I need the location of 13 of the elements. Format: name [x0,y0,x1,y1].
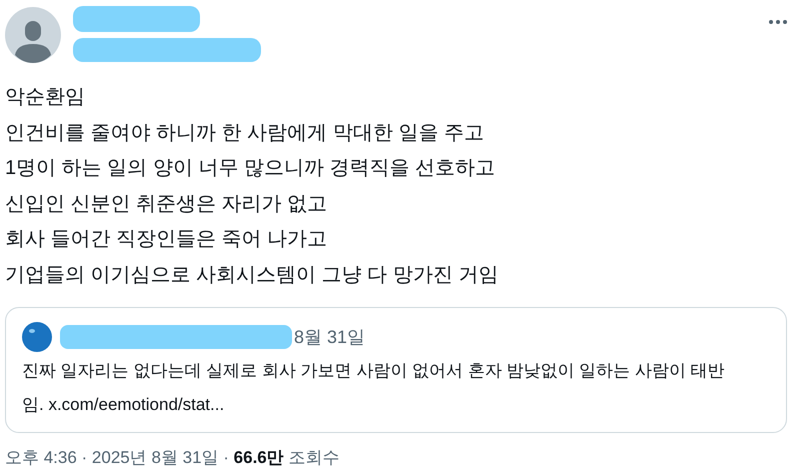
quoted-tweet-card[interactable]: 8월 31일 진짜 일자리는 없다는데 실제로 회사 가보면 사람이 없어서 혼자 밤낮없이 일하는 사람이 태반임. x.com/eemotiond/stat... [5,307,787,433]
tweet-text-line: 신입인 신분인 취준생은 자리가 없고 [5,192,328,216]
quote-date: 8월 31일 [294,326,366,349]
quote-text: 진짜 일자리는 없다는데 실제로 회사 가보면 사람이 없어서 혼자 밤낮없이 일하는 사람이 태반임. x.com/eemotiond/stat... [22,360,726,416]
tweet-text-line: 회사 들어간 직장인들은 죽어 나가고 [5,227,328,252]
tweet-meta: 오후 4:36 · 2025년 8월 31일 · 66.6만 조회수 [5,447,340,469]
tweet-text-line: 악순환임 [5,85,86,110]
avatar-icon [22,322,52,352]
tweet-text-line: 1명이 하는 일의 양이 너무 많으니까 경력직을 선호하고 [5,156,496,181]
more-icon[interactable] [769,20,787,24]
tweet-text-line: 기업들의 이기심으로 사회시스템이 그냥 다 망가진 거임 [5,262,500,288]
tweet-text-line: 인건비를 줄여야 하니까 한 사람에게 막대한 일을 주고 [5,120,485,146]
avatar-icon [5,7,61,63]
